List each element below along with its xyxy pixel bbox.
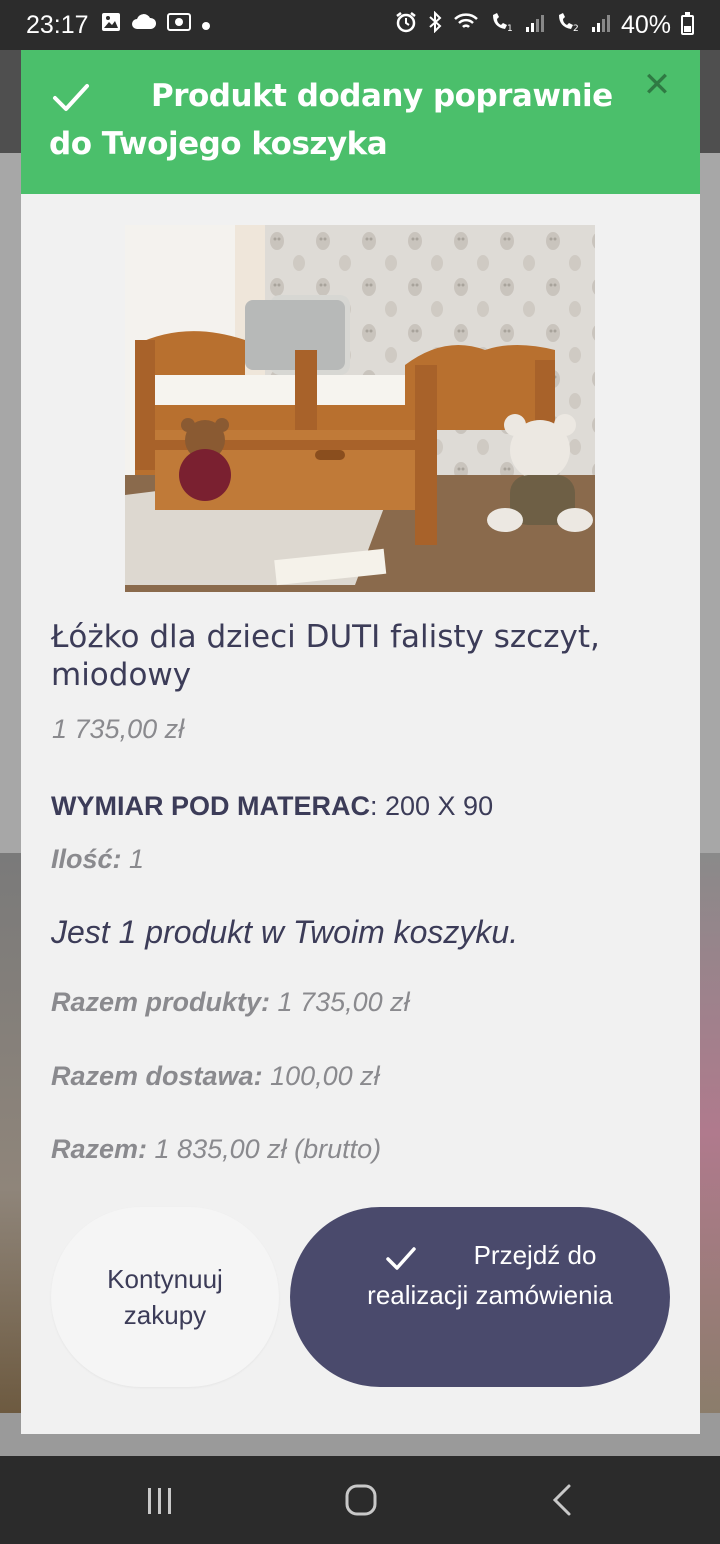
wifi-icon bbox=[453, 11, 479, 40]
status-bar: 23:17 1 2 40% bbox=[0, 0, 720, 50]
shipping-total: Razem dostawa: 100,00 zł bbox=[51, 1061, 380, 1092]
modal-title: Produkt dodany poprawnie do Twojego kosz… bbox=[49, 78, 613, 162]
cast-icon bbox=[166, 12, 191, 38]
status-time: 23:17 bbox=[26, 10, 89, 39]
products-total-value: 1 735,00 zł bbox=[270, 987, 410, 1017]
call-sim2-icon: 2 bbox=[555, 11, 581, 40]
home-icon[interactable] bbox=[341, 1480, 381, 1520]
cart-count-text: Jest 1 produkt w Twoim koszyku. bbox=[51, 914, 519, 950]
background-right-photo bbox=[698, 853, 720, 1413]
quantity-label: Ilość: bbox=[51, 844, 122, 874]
checkout-label: Przejdź do realizacji zamówienia bbox=[367, 1240, 613, 1310]
attribute-value: : 200 X 90 bbox=[369, 791, 494, 821]
attribute-label: WYMIAR POD MATERAC bbox=[51, 791, 370, 821]
quantity-value: 1 bbox=[121, 844, 145, 874]
shipping-total-label: Razem dostawa: bbox=[51, 1061, 263, 1091]
signal-icon bbox=[525, 11, 545, 40]
shipping-total-value: 100,00 zł bbox=[262, 1061, 380, 1091]
modal-header: Produkt dodany poprawnie do Twojego kosz… bbox=[21, 50, 700, 194]
add-to-cart-modal: Produkt dodany poprawnie do Twojego kosz… bbox=[21, 50, 700, 1434]
product-price: 1 735,00 zł bbox=[52, 714, 185, 744]
svg-text:2: 2 bbox=[573, 24, 579, 33]
recent-apps-icon[interactable] bbox=[140, 1480, 180, 1520]
navigation-bar bbox=[0, 1456, 720, 1544]
back-icon[interactable] bbox=[543, 1480, 583, 1520]
continue-shopping-button[interactable]: Kontynuuj zakupy bbox=[51, 1207, 279, 1387]
products-total-label: Razem produkty: bbox=[51, 987, 271, 1017]
cloud-icon bbox=[131, 13, 157, 37]
call-sim1-icon: 1 bbox=[489, 11, 515, 40]
bluetooth-icon bbox=[427, 10, 443, 40]
product-name: Łóżko dla dzieci DUTI falisty szczyt, mi… bbox=[51, 619, 600, 693]
battery-percent: 40% bbox=[620, 10, 671, 39]
image-icon bbox=[101, 12, 121, 38]
close-icon[interactable]: ✕ bbox=[640, 68, 674, 102]
continue-shopping-label: Kontynuuj zakupy bbox=[107, 1264, 223, 1330]
svg-text:1: 1 bbox=[507, 24, 513, 33]
alarm-icon bbox=[395, 11, 417, 40]
product-attribute: WYMIAR POD MATERAC: 200 X 90 bbox=[51, 791, 493, 822]
grand-total: Razem: 1 835,00 zł (brutto) bbox=[51, 1134, 381, 1165]
grand-total-value: 1 835,00 zł (brutto) bbox=[147, 1134, 382, 1164]
status-right-group: 1 2 40% bbox=[395, 10, 694, 40]
dot-icon bbox=[201, 14, 211, 37]
products-total: Razem produkty: 1 735,00 zł bbox=[51, 987, 410, 1018]
signal-icon bbox=[591, 11, 611, 40]
product-quantity: Ilość: 1 bbox=[51, 844, 144, 875]
grand-total-label: Razem: bbox=[51, 1134, 148, 1164]
checkout-button[interactable]: Przejdź do realizacji zamówienia bbox=[290, 1207, 670, 1387]
battery-icon bbox=[681, 12, 694, 35]
product-image bbox=[125, 225, 595, 592]
